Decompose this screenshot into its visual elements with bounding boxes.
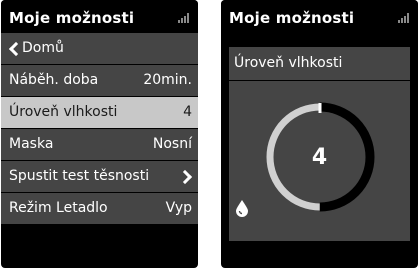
humidity-panel-header: Úroveň vlhkosti bbox=[229, 47, 410, 80]
menu-item-ramp-time[interactable]: Náběh. doba 20min. bbox=[1, 65, 198, 97]
humidity-level-value: 4 bbox=[311, 145, 328, 170]
panel-title: Úroveň vlhkosti bbox=[234, 55, 343, 71]
menu-item-value: Vyp bbox=[165, 200, 192, 216]
options-menu: Domů Náběh. doba 20min. Úroveň vlhkosti … bbox=[1, 33, 198, 225]
menu-item-home[interactable]: Domů bbox=[1, 33, 198, 65]
menu-item-label: Úroveň vlhkosti bbox=[9, 104, 118, 120]
chevron-right-icon bbox=[177, 169, 193, 185]
menu-item-label: Náběh. doba bbox=[9, 72, 99, 88]
status-bar: Moje možnosti bbox=[1, 0, 198, 33]
menu-item-value: 4 bbox=[183, 104, 192, 120]
menu-item-label: Režim Letadlo bbox=[9, 200, 108, 216]
status-bar: Moje možnosti bbox=[221, 0, 418, 33]
menu-item-value: Nosní bbox=[152, 136, 192, 152]
signal-bars-icon bbox=[178, 13, 190, 23]
menu-item-humidity-level[interactable]: Úroveň vlhkosti 4 bbox=[1, 97, 198, 129]
menu-item-label: Spustit test těsnosti bbox=[9, 168, 150, 184]
screen-title: Moje možnosti bbox=[9, 9, 135, 27]
menu-item-airplane-mode[interactable]: Režim Letadlo Vyp bbox=[1, 193, 198, 225]
device-screen-menu: Moje možnosti Domů Náběh. doba 20min. Úr… bbox=[1, 0, 198, 268]
menu-item-mask[interactable]: Maska Nosní bbox=[1, 129, 198, 161]
water-drop-icon bbox=[236, 200, 248, 217]
menu-item-mask-fit-test[interactable]: Spustit test těsnosti bbox=[1, 161, 198, 193]
device-screen-humidity: Moje možnosti Úroveň vlhkosti 4 bbox=[221, 0, 418, 268]
signal-bars-icon bbox=[398, 13, 410, 23]
humidity-panel[interactable]: 4 bbox=[229, 81, 410, 241]
menu-item-label: Domů bbox=[22, 40, 64, 56]
menu-item-value: 20min. bbox=[143, 72, 192, 88]
menu-item-label: Maska bbox=[9, 136, 54, 152]
chevron-left-icon bbox=[8, 41, 24, 57]
screen-title: Moje možnosti bbox=[229, 9, 355, 27]
